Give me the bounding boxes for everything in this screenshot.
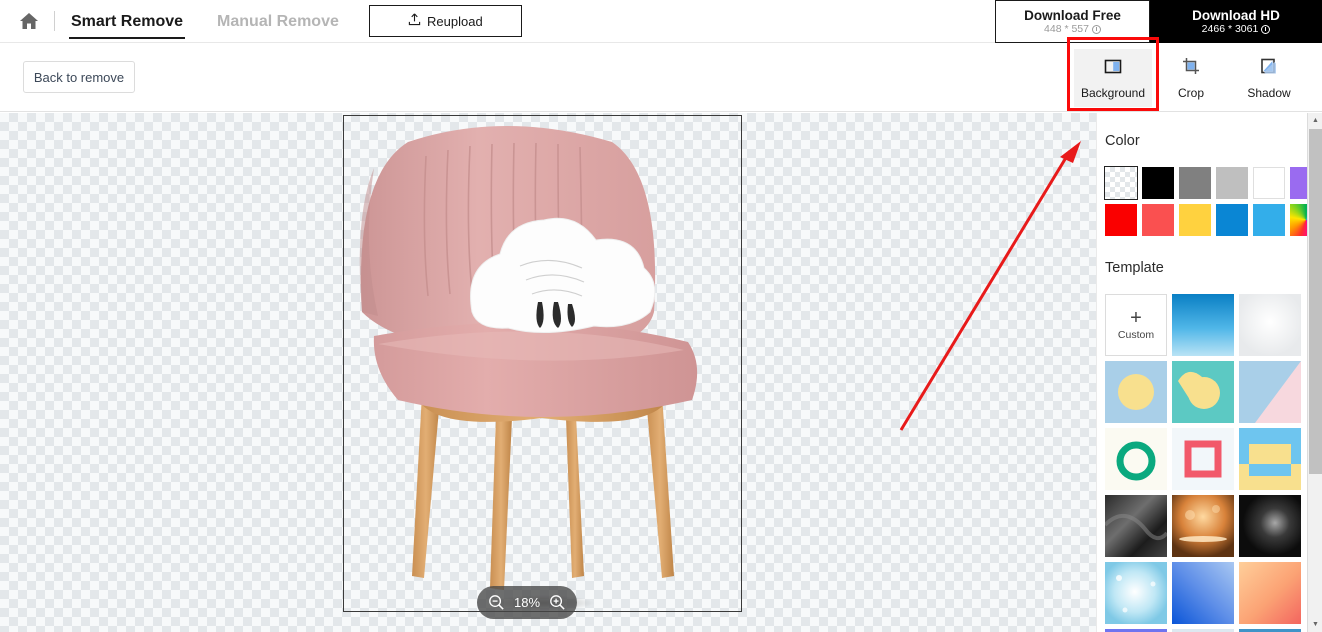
header-divider bbox=[54, 11, 55, 31]
template-white-red-square[interactable] bbox=[1172, 428, 1234, 490]
background-options-panel: Color Template + Custom ▲ ▼ bbox=[1096, 113, 1322, 632]
color-swatch-black[interactable] bbox=[1142, 167, 1174, 199]
template-blue-sky-gradient[interactable] bbox=[1172, 294, 1234, 356]
color-swatch-red[interactable] bbox=[1105, 204, 1137, 236]
color-swatch-yellow[interactable] bbox=[1179, 204, 1211, 236]
background-panels-icon bbox=[1103, 56, 1123, 81]
template-custom-label: Custom bbox=[1117, 329, 1155, 341]
upload-icon bbox=[408, 13, 421, 29]
template-section-title: Template bbox=[1105, 260, 1164, 276]
download-free-size-text: 448 * 557 bbox=[1044, 22, 1089, 35]
template-blue-with-yellow-circle[interactable] bbox=[1105, 361, 1167, 423]
template-blue-yellow-blocks[interactable] bbox=[1239, 428, 1301, 490]
download-hd-title: Download HD bbox=[1192, 7, 1280, 23]
color-swatch-white[interactable] bbox=[1253, 167, 1285, 199]
template-dark-silk-texture[interactable] bbox=[1105, 495, 1167, 557]
back-to-remove-button[interactable]: Back to remove bbox=[23, 61, 135, 93]
color-swatch-transparent[interactable] bbox=[1104, 166, 1138, 200]
template-dark-radial-glow[interactable] bbox=[1239, 495, 1301, 557]
zoom-control: 18% bbox=[477, 586, 577, 619]
color-swatch-blue[interactable] bbox=[1216, 204, 1248, 236]
color-section-title: Color bbox=[1105, 133, 1140, 149]
scroll-down-icon[interactable]: ▼ bbox=[1308, 617, 1322, 632]
zoom-in-icon[interactable] bbox=[549, 594, 566, 611]
panel-content: Color Template + Custom bbox=[1097, 113, 1322, 632]
download-hd-button[interactable]: Download HD 2466 * 3061 bbox=[1150, 0, 1322, 43]
zoom-out-icon[interactable] bbox=[488, 594, 505, 611]
tool-group: Background Crop Shadow bbox=[1067, 36, 1308, 112]
download-button-group: Download Free 448 * 557 Download HD 2466… bbox=[995, 0, 1322, 43]
home-button[interactable] bbox=[14, 6, 44, 36]
tab-smart-remove[interactable]: Smart Remove bbox=[69, 0, 186, 43]
template-blue-pink-diagonal[interactable] bbox=[1239, 361, 1301, 423]
editor-toolbar: Back to remove Background Crop Shadow bbox=[0, 36, 1322, 112]
download-hd-size: 2466 * 3061 bbox=[1202, 23, 1271, 36]
scrollbar-thumb[interactable] bbox=[1309, 129, 1322, 474]
download-free-button[interactable]: Download Free 448 * 557 bbox=[995, 0, 1150, 43]
color-swatch-light-blue[interactable] bbox=[1253, 204, 1285, 236]
template-icy-blue-sparkle[interactable] bbox=[1105, 562, 1167, 624]
color-swatch-grid bbox=[1104, 166, 1322, 236]
reupload-button[interactable]: Reupload bbox=[368, 5, 522, 37]
artwork-pink-armchair bbox=[344, 116, 743, 613]
download-hd-size-text: 2466 * 3061 bbox=[1201, 22, 1259, 35]
template-white-soft-glow[interactable] bbox=[1239, 294, 1301, 356]
template-custom-button[interactable]: + Custom bbox=[1105, 294, 1167, 356]
template-grid: + Custom bbox=[1105, 294, 1307, 632]
zoom-level-value: 18% bbox=[513, 595, 541, 610]
tab-manual-remove[interactable]: Manual Remove bbox=[215, 0, 341, 43]
scroll-up-icon[interactable]: ▲ bbox=[1308, 113, 1322, 128]
shadow-square-icon bbox=[1259, 56, 1279, 81]
top-header: Smart Remove Manual Remove Reupload Down… bbox=[0, 0, 1322, 43]
template-orange-bokeh-stage[interactable] bbox=[1172, 495, 1234, 557]
download-free-size: 448 * 557 bbox=[1044, 23, 1101, 36]
tool-background[interactable]: Background bbox=[1074, 48, 1152, 107]
tool-shadow-label: Shadow bbox=[1247, 85, 1291, 100]
color-swatch-coral[interactable] bbox=[1142, 204, 1174, 236]
red-arrow-annotation bbox=[899, 141, 1081, 431]
tool-shadow[interactable]: Shadow bbox=[1230, 49, 1308, 107]
image-canvas[interactable]: 18% bbox=[0, 113, 1096, 632]
template-orange-peach-gradient[interactable] bbox=[1239, 562, 1301, 624]
template-blue-gradient-corner[interactable] bbox=[1172, 562, 1234, 624]
template-cream-green-ring[interactable] bbox=[1105, 428, 1167, 490]
artwork-frame bbox=[343, 115, 742, 612]
info-icon[interactable] bbox=[1091, 24, 1101, 34]
plus-icon: + bbox=[1130, 307, 1142, 329]
tool-crop[interactable]: Crop bbox=[1152, 49, 1230, 107]
color-swatch-light-gray[interactable] bbox=[1216, 167, 1248, 199]
home-icon bbox=[19, 11, 39, 31]
panel-scrollbar[interactable]: ▲ ▼ bbox=[1307, 113, 1322, 632]
download-free-title: Download Free bbox=[1024, 7, 1121, 23]
background-tool-wrapper: Background bbox=[1067, 36, 1159, 111]
tool-crop-label: Crop bbox=[1177, 85, 1204, 100]
info-icon[interactable] bbox=[1261, 24, 1271, 34]
reupload-label: Reupload bbox=[427, 13, 483, 29]
tool-background-label: Background bbox=[1080, 85, 1146, 100]
color-swatch-dark-gray[interactable] bbox=[1179, 167, 1211, 199]
crop-icon bbox=[1181, 56, 1201, 81]
template-teal-with-yellow-shape[interactable] bbox=[1172, 361, 1234, 423]
